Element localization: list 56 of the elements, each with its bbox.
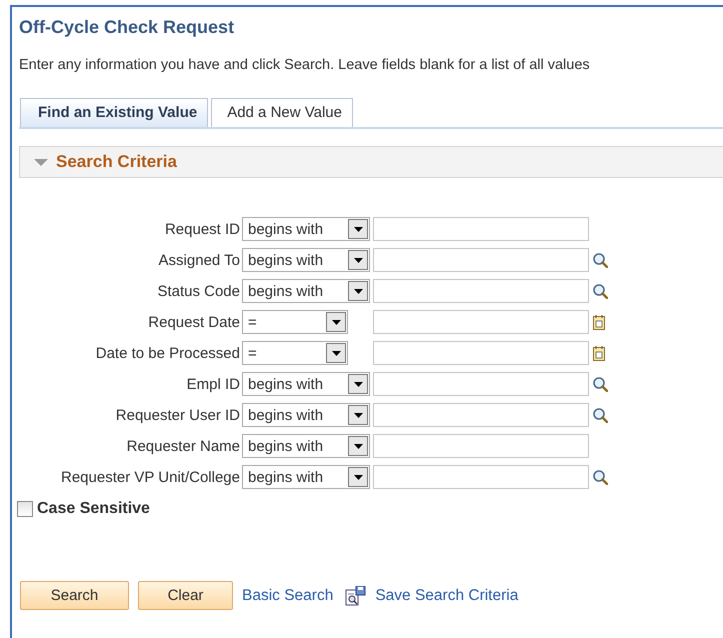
field-label: Requester User ID [114,406,240,424]
checkbox[interactable] [17,501,33,517]
operator-dropdown[interactable]: begins with [242,372,370,396]
operator-dropdown[interactable]: begins with [242,465,370,489]
field-label: Status Code [156,282,240,300]
field-label: Empl ID [186,376,240,392]
action-button[interactable]: Clear [138,581,233,610]
caret-icon[interactable] [354,474,362,480]
link[interactable]: Basic Search [242,586,334,604]
input-field[interactable] [373,434,589,458]
caret-icon[interactable] [354,412,362,418]
checkbox-label: Case Sensitive [37,500,150,518]
input-field[interactable] [373,403,589,427]
input-field[interactable] [373,279,589,303]
input-field[interactable] [373,310,589,334]
field-label: Date to be Processed [94,344,240,362]
field-label: Request Date [147,314,240,330]
field-label: Requester Name [126,438,240,454]
operator-dropdown[interactable]: begins with [242,248,370,272]
search-icon[interactable] [592,469,608,485]
section-header[interactable]: Search Criteria [19,146,723,178]
calendar-icon[interactable] [592,344,606,362]
caret-icon[interactable] [332,350,340,356]
caret-icon[interactable] [354,226,362,232]
tab[interactable]: Add a New Value [211,98,353,127]
tab[interactable]: Find an Existing Value [20,98,208,127]
operator-dropdown[interactable]: = [242,310,348,334]
search-icon[interactable] [592,407,608,423]
page-title: Off-Cycle Check Request [19,17,236,38]
field-label: Request ID [164,220,240,238]
input-field[interactable] [373,248,589,272]
caret-icon[interactable] [354,288,362,294]
input-field[interactable] [373,341,589,365]
operator-dropdown[interactable]: = [242,341,348,365]
input-field[interactable] [373,372,589,396]
instructions-text: Enter any information you have and click Search. Leave fields blank for a list of all values [19,57,591,73]
triangle-icon[interactable] [34,158,48,166]
action-button[interactable]: Search [20,581,129,610]
link[interactable]: Save Search Criteria [375,586,518,604]
operator-dropdown[interactable]: begins with [242,217,370,241]
operator-dropdown[interactable]: begins with [242,279,370,303]
field-label: Assigned To [158,252,240,268]
operator-dropdown[interactable]: begins with [242,434,370,458]
save-search-icon[interactable] [345,586,366,606]
operator-dropdown[interactable]: begins with [242,403,370,427]
search-icon[interactable] [592,376,608,392]
search-icon[interactable] [592,283,608,299]
caret-icon[interactable] [332,320,340,324]
search-icon[interactable] [592,252,608,268]
input-field[interactable] [373,217,589,241]
field-label: Requester VP Unit/College [60,468,240,486]
input-field[interactable] [373,465,589,489]
calendar-icon[interactable] [592,314,606,330]
caret-icon[interactable] [354,444,362,448]
caret-icon[interactable] [354,258,362,262]
caret-icon[interactable] [354,382,362,386]
